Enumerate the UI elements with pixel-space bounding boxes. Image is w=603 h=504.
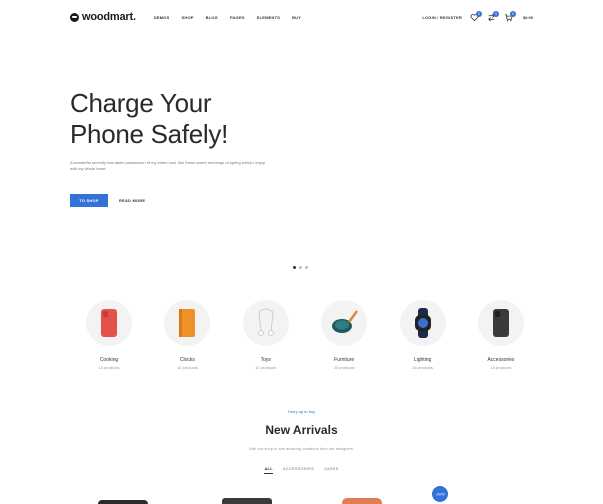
slider-dot-2[interactable]	[299, 266, 302, 269]
slider-dot-3[interactable]	[305, 266, 308, 269]
nav-item-demos[interactable]: DEMOS	[154, 15, 170, 20]
login-register-link[interactable]: LOGIN / REGISTER	[422, 15, 462, 20]
charging-pad-icon	[332, 310, 359, 333]
product-image-2[interactable]	[222, 498, 272, 504]
dark-phone-case-icon	[492, 309, 509, 337]
nav-item-blog[interactable]: BLOG	[206, 15, 218, 20]
category-item-clocks[interactable]: Clocks 12 products	[148, 300, 226, 370]
category-list: Cooking 10 products Clocks 12 products T…	[70, 300, 540, 370]
section-subtitle: Hurry up to buy	[287, 409, 316, 414]
category-count: 10 products	[255, 365, 277, 370]
cart-button[interactable]: 0	[504, 10, 516, 22]
sale-badge-label: -20%	[435, 492, 445, 497]
category-image	[86, 300, 132, 346]
nav-item-elements[interactable]: ELEMENTS	[257, 15, 280, 20]
category-image	[399, 300, 446, 346]
category-name: Lighting	[413, 357, 432, 363]
orange-phone-case-icon	[179, 309, 196, 337]
category-item-cooking[interactable]: Cooking 10 products	[70, 300, 148, 370]
site-logo[interactable]: woodmart.	[70, 11, 136, 23]
category-item-lighting[interactable]: Lighting 16 products	[384, 300, 462, 370]
nav-item-shop[interactable]: SHOP	[181, 15, 193, 20]
cart-count-badge: 0	[509, 10, 516, 17]
category-count: 12 products	[176, 365, 198, 370]
category-count: 10 products	[98, 365, 120, 370]
category-item-toys[interactable]: Toys 10 products	[227, 300, 305, 370]
category-name: Toys	[260, 357, 271, 363]
wishlist-button[interactable]: 0	[470, 10, 482, 22]
logo-text: woodmart.	[82, 11, 136, 23]
category-image	[164, 300, 211, 346]
smartwatch-icon	[414, 308, 431, 338]
hero-title: Charge Your Phone Safely!	[70, 88, 228, 149]
nav-item-buy[interactable]: BUY	[292, 15, 301, 20]
tab-all[interactable]: ALL	[264, 466, 273, 474]
read-more-button[interactable]: READ MORE	[119, 194, 145, 207]
product-image-1[interactable]	[98, 500, 148, 504]
category-count: 16 products	[412, 365, 434, 370]
category-image	[321, 300, 368, 346]
wishlist-count-badge: 0	[475, 10, 482, 17]
tab-accessories[interactable]: ACCESSORIES	[283, 466, 314, 474]
tab-cases[interactable]: CASES	[324, 466, 339, 474]
slider-dot-1[interactable]	[293, 266, 296, 269]
site-header: woodmart. DEMOS SHOP BLOG PAGES ELEMENTS…	[0, 0, 603, 34]
product-grid-preview: -20%	[98, 486, 448, 504]
category-count: 20 products	[333, 365, 355, 370]
red-phone-case-icon	[101, 309, 117, 337]
slider-pagination	[293, 266, 308, 269]
section-description: Visit our shop to see amazing creations …	[248, 446, 355, 451]
category-count: 10 products	[490, 365, 512, 370]
compare-button[interactable]: 0	[487, 10, 499, 22]
main-nav: DEMOS SHOP BLOG PAGES ELEMENTS BUY	[154, 15, 301, 20]
to-shop-button[interactable]: TO SHOP	[70, 194, 108, 207]
product-image-3[interactable]	[342, 498, 382, 504]
category-name: Furniture	[334, 357, 355, 363]
earphones-icon	[257, 308, 274, 336]
nav-item-pages[interactable]: PAGES	[230, 15, 245, 20]
section-title: New Arrivals	[265, 423, 338, 437]
compare-count-badge: 0	[492, 10, 499, 17]
category-item-furniture[interactable]: Furniture 20 products	[305, 300, 383, 370]
category-item-accessories[interactable]: Accessories 10 products	[462, 300, 540, 370]
header-actions: LOGIN / REGISTER 0 0 0 $0.00	[422, 10, 533, 22]
category-name: Accessories	[487, 357, 515, 363]
hero-description: A wonderful serenity has taken possessio…	[70, 160, 265, 171]
category-image	[242, 300, 289, 346]
hero-product-image	[295, 0, 603, 276]
category-image	[477, 300, 524, 346]
cart-total: $0.00	[522, 14, 533, 20]
product-tabs: ALL ACCESSORIES CASES	[0, 466, 603, 474]
category-name: Cooking	[99, 357, 119, 363]
logo-icon	[70, 12, 79, 22]
page: woodmart. DEMOS SHOP BLOG PAGES ELEMENTS…	[0, 0, 603, 504]
category-name: Clocks	[179, 357, 195, 363]
